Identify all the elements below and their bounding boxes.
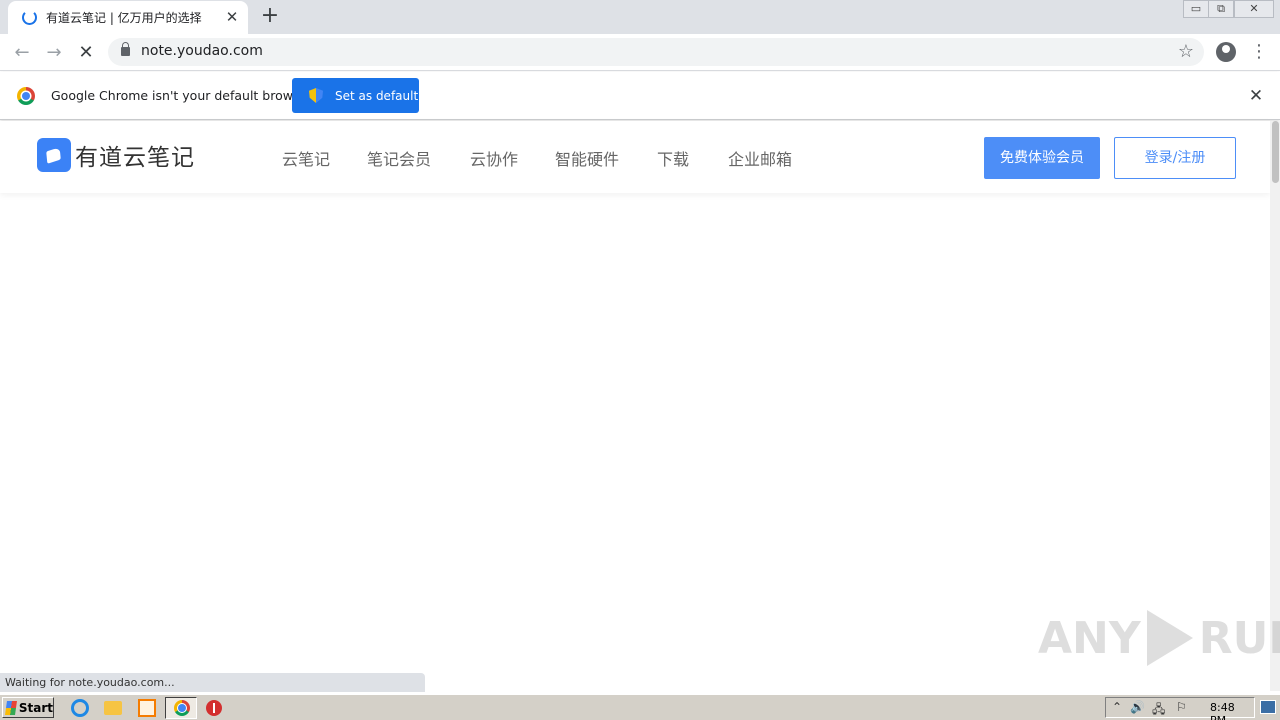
chrome-logo-icon	[17, 87, 35, 105]
nav-cloud-notes[interactable]: 云笔记	[282, 146, 330, 170]
network-icon[interactable]: 🖧	[1152, 700, 1165, 720]
show-desktop-icon[interactable]	[1260, 700, 1276, 714]
tab-title: 有道云笔记 | 亿万用户的选择	[46, 11, 202, 25]
watermark-left: ANY	[1038, 612, 1141, 664]
tab-strip: 有道云笔记 | 亿万用户的选择 ✕ + ▭ ⧉ ✕	[0, 0, 1280, 34]
nav-membership[interactable]: 笔记会员	[367, 146, 431, 170]
close-window-button[interactable]: ✕	[1234, 0, 1274, 18]
start-button[interactable]: Start	[2, 697, 54, 718]
kebab-menu-icon[interactable]: ⋮	[1250, 40, 1268, 64]
logo-text: 有道云笔记	[75, 145, 195, 171]
action-center-flag-icon[interactable]: ⚐	[1176, 700, 1187, 714]
site-logo[interactable]: 有道云笔记	[37, 138, 195, 172]
infobar-close-icon[interactable]: ✕	[1246, 86, 1266, 106]
nav-download[interactable]: 下载	[657, 146, 689, 170]
stop-sign-icon[interactable]	[206, 700, 222, 716]
infobar-message: Google Chrome isn't your default browser	[51, 88, 313, 103]
browser-toolbar: ← → ✕ note.youdao.com ☆	[0, 34, 1280, 71]
default-browser-infobar: Google Chrome isn't your default browser…	[0, 72, 1280, 120]
stop-loading-icon[interactable]: ✕	[73, 40, 99, 66]
browser-window: 有道云笔记 | 亿万用户的选择 ✕ + ▭ ⧉ ✕ ← → ✕ note.you…	[0, 0, 1280, 720]
restore-button[interactable]: ⧉	[1208, 0, 1234, 18]
set-as-default-button[interactable]: Set as default	[292, 78, 419, 113]
scroll-thumb[interactable]	[1272, 121, 1279, 183]
forward-arrow-icon[interactable]: →	[41, 40, 67, 66]
anyrun-watermark: ANY RUN	[1038, 610, 1280, 666]
system-tray: ⌃ 🔊 🖧 ⚐ 8:48 PM	[1105, 697, 1255, 720]
profile-avatar-icon[interactable]	[1216, 42, 1236, 62]
tray-expand-icon[interactable]: ⌃	[1112, 700, 1122, 714]
chrome-icon	[174, 700, 190, 716]
media-player-icon[interactable]	[138, 699, 156, 717]
chrome-taskbar-button[interactable]	[165, 697, 197, 719]
status-bubble: Waiting for note.youdao.com...	[0, 673, 425, 692]
bookmark-star-icon[interactable]: ☆	[1178, 41, 1194, 62]
set-as-default-label: Set as default	[335, 88, 419, 103]
address-bar[interactable]: note.youdao.com ☆	[108, 38, 1204, 66]
nav-hardware[interactable]: 智能硬件	[555, 146, 619, 170]
start-label: Start	[18, 700, 53, 715]
tab-close-icon[interactable]: ✕	[224, 9, 240, 25]
free-trial-button[interactable]: 免费体验会员	[984, 137, 1100, 179]
tab-active[interactable]: 有道云笔记 | 亿万用户的选择 ✕	[8, 1, 248, 34]
windows-flag-icon	[5, 700, 17, 715]
minimize-button[interactable]: ▭	[1183, 0, 1209, 18]
new-tab-button[interactable]: +	[258, 5, 282, 29]
back-arrow-icon[interactable]: ←	[9, 40, 35, 66]
taskbar-clock[interactable]: 8:48 PM	[1210, 701, 1254, 720]
volume-icon[interactable]: 🔊	[1130, 700, 1145, 714]
watermark-play-icon	[1146, 610, 1193, 666]
login-register-button[interactable]: 登录/注册	[1114, 137, 1236, 179]
watermark-right: RUN	[1198, 612, 1280, 664]
uac-shield-icon	[309, 88, 323, 103]
lock-icon[interactable]	[121, 42, 130, 56]
note-logo-icon	[37, 138, 71, 172]
nav-collaboration[interactable]: 云协作	[470, 146, 518, 170]
nav-enterprise-mail[interactable]: 企业邮箱	[728, 146, 792, 170]
url-text[interactable]: note.youdao.com	[141, 43, 263, 59]
site-header: 有道云笔记 云笔记 笔记会员 云协作 智能硬件 下载 企业邮箱 免费体验会员 登…	[0, 121, 1270, 193]
explorer-folder-icon[interactable]	[104, 701, 122, 715]
internet-explorer-icon[interactable]	[71, 699, 89, 717]
loading-spinner-icon	[22, 10, 37, 25]
page-scrollbar[interactable]	[1270, 121, 1280, 691]
page-content: 有道云笔记 云笔记 笔记会员 云协作 智能硬件 下载 企业邮箱 免费体验会员 登…	[0, 121, 1270, 691]
windows-taskbar: Start ⌃ 🔊 🖧 ⚐ 8:48 PM	[0, 694, 1280, 720]
